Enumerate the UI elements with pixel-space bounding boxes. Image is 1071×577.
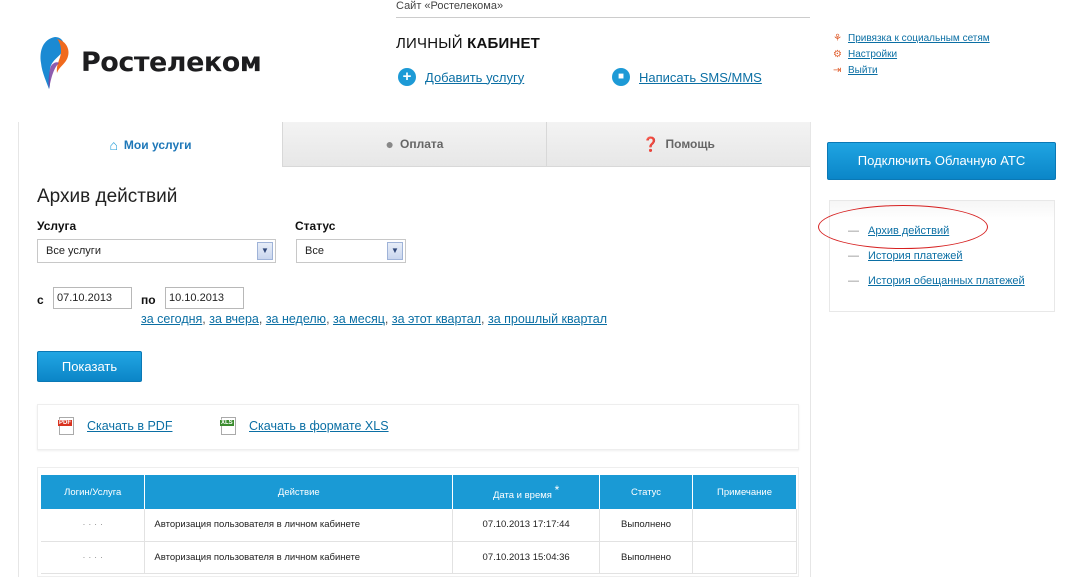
tab-my-services-label: Мои услуги [123, 137, 192, 152]
user-menu-logout-link[interactable]: Выйти [848, 65, 878, 76]
plus-icon: + [398, 68, 416, 86]
period-shortcuts: за сегодня, за вчера, за неделю, за меся… [141, 312, 607, 326]
period-yesterday-link[interactable]: за вчера [209, 312, 259, 326]
cabinet-title-bold: КАБИНЕТ [467, 35, 541, 52]
user-menu: ⚘ Привязка к социальным сетям ⚙ Настройк… [833, 30, 990, 78]
dash-bullet: — [848, 250, 859, 262]
chevron-down-icon[interactable]: ▼ [387, 242, 403, 260]
tab-payment[interactable]: ● Оплата [282, 122, 546, 167]
site-label[interactable]: Сайт «Ростелекома» [396, 0, 503, 12]
date-from-label: с [37, 293, 44, 307]
status-select-value: Все [305, 245, 324, 257]
column-header-login[interactable]: Логин/Услуга [41, 475, 146, 509]
tab-my-services[interactable]: ⌂ Мои услуги [19, 122, 282, 167]
cell-datetime: 07.10.2013 15:04:36 [452, 541, 601, 574]
settings-icon: ⚙ [833, 48, 842, 60]
column-header-datetime-label: Дата и время [493, 490, 552, 502]
user-menu-item-logout[interactable]: ⇥ Выйти [833, 62, 990, 78]
column-header-status[interactable]: Статус [599, 475, 694, 509]
tab-help[interactable]: ❓ Помощь [546, 122, 810, 167]
help-icon: ❓ [642, 135, 660, 152]
date-to-input[interactable]: 10.10.2013 [165, 287, 244, 309]
cell-status: Выполнено [599, 541, 694, 574]
social-link-icon: ⚘ [833, 32, 842, 44]
rostelecom-logo[interactable]: Ростелеком [37, 33, 262, 91]
logo-mark-icon [37, 33, 75, 91]
service-select-value: Все услуги [46, 245, 101, 257]
cell-action: Авторизация пользователя в личном кабине… [144, 509, 454, 542]
add-service-link[interactable]: Добавить услугу [425, 70, 524, 85]
highlight-ellipse [818, 205, 988, 249]
status-label: Статус [295, 219, 336, 233]
status-select[interactable]: Все ▼ [296, 239, 406, 263]
download-xls-link[interactable]: Скачать в формате XLS [249, 419, 389, 433]
chat-bubble-icon: ■ [612, 68, 630, 86]
sidebar-item-payment-history[interactable]: — История платежей [848, 250, 963, 262]
cell-status: Выполнено [599, 509, 694, 542]
cut-off-link[interactable] [848, 23, 908, 31]
user-menu-social-link[interactable]: Привязка к социальным сетям [848, 33, 990, 44]
period-today-link[interactable]: за сегодня [141, 312, 202, 326]
connect-cloud-pbx-button[interactable]: Подключить Облачную АТС [827, 142, 1056, 180]
tab-help-label: Помощь [665, 137, 715, 151]
sort-marker: * [554, 482, 560, 497]
cell-action: Авторизация пользователя в личном кабине… [144, 541, 454, 574]
sidebar-item-promised-payments[interactable]: — История обещанных платежей [848, 275, 1025, 287]
period-week-link[interactable]: за неделю [266, 312, 326, 326]
logo-text: Ростелеком [81, 46, 262, 78]
header-divider [396, 17, 810, 18]
send-sms-action[interactable]: ■ Написать SMS/MMS [612, 68, 762, 86]
logout-icon: ⇥ [833, 64, 842, 76]
period-this-quarter-link[interactable]: за этот квартал [392, 312, 481, 326]
service-select[interactable]: Все услуги ▼ [37, 239, 276, 263]
user-menu-settings-link[interactable]: Настройки [848, 49, 897, 60]
add-service-action[interactable]: + Добавить услугу [398, 68, 524, 86]
date-from-input[interactable]: 07.10.2013 [53, 287, 132, 309]
xls-file-icon: XLS [220, 417, 236, 435]
date-to-label: по [141, 293, 156, 307]
main-panel: ⌂ Мои услуги ● Оплата ❓ Помощь Архив дей… [18, 122, 811, 577]
download-pdf[interactable]: PDF Скачать в PDF [58, 417, 172, 435]
sidebar-link-payment-history[interactable]: История платежей [868, 250, 963, 262]
actions-table: Логин/Услуга Действие Дата и время * Ста… [41, 475, 797, 574]
cabinet-title-light: ЛИЧНЫЙ [396, 35, 463, 52]
download-box: PDF Скачать в PDF XLS Скачать в формате … [37, 404, 799, 450]
send-sms-link[interactable]: Написать SMS/MMS [639, 70, 762, 85]
cell-note [692, 509, 797, 542]
cell-login: · · · · [41, 509, 146, 542]
cell-note [692, 541, 797, 574]
column-header-action[interactable]: Действие [144, 475, 454, 509]
show-button[interactable]: Показать [37, 351, 142, 382]
coins-icon: ● [385, 136, 395, 152]
sidebar-link-promised-payments[interactable]: История обещанных платежей [868, 275, 1025, 287]
user-menu-item-settings[interactable]: ⚙ Настройки [833, 46, 990, 62]
pdf-file-icon: PDF [58, 417, 74, 435]
column-header-datetime[interactable]: Дата и время * [452, 475, 601, 509]
period-month-link[interactable]: за месяц [333, 312, 385, 326]
dash-bullet: — [848, 275, 859, 287]
download-pdf-link[interactable]: Скачать в PDF [87, 419, 172, 433]
cell-datetime: 07.10.2013 17:17:44 [452, 509, 601, 542]
column-header-note[interactable]: Примечание [692, 475, 797, 509]
tab-bar: ⌂ Мои услуги ● Оплата ❓ Помощь [19, 122, 810, 167]
download-xls[interactable]: XLS Скачать в формате XLS [220, 417, 389, 435]
cabinet-title: ЛИЧНЫЙ КАБИНЕТ [396, 35, 540, 52]
table-row: · · · · Авторизация пользователя в лично… [41, 509, 797, 542]
tab-payment-label: Оплата [400, 137, 444, 151]
service-label: Услуга [37, 219, 77, 233]
actions-table-wrapper: Логин/Услуга Действие Дата и время * Ста… [37, 467, 799, 577]
user-menu-item-social[interactable]: ⚘ Привязка к социальным сетям [833, 30, 990, 46]
table-row: · · · · Авторизация пользователя в лично… [41, 541, 797, 574]
page-title: Архив действий [37, 186, 178, 207]
chevron-down-icon[interactable]: ▼ [257, 242, 273, 260]
cell-login: · · · · [41, 541, 146, 574]
home-icon: ⌂ [109, 136, 118, 153]
period-last-quarter-link[interactable]: за прошлый квартал [488, 312, 607, 326]
